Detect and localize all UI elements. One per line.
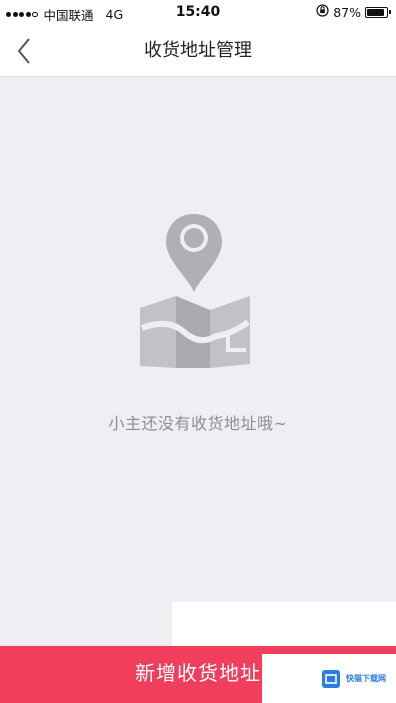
status-bar: 中国联通 4G 15:40 87%: [0, 0, 396, 26]
watermark: 快猫下载网: [262, 654, 396, 703]
battery-level-fill: [367, 8, 384, 16]
empty-state-message: 小主还没有收货地址哦~: [108, 414, 288, 433]
chevron-left-icon: [17, 38, 30, 64]
rotation-lock-icon: [316, 4, 329, 20]
watermark-text: 快猫下载网: [346, 674, 386, 683]
watermark-logo-icon: [322, 669, 340, 688]
bottom-blank-area: [172, 602, 396, 648]
status-bar-right: 87%: [316, 4, 391, 20]
battery-icon: [365, 6, 391, 18]
back-button[interactable]: [4, 32, 44, 70]
screen: 中国联通 4G 15:40 87% 收货地址管理 小主还没有收货地址哦~ 新增收…: [0, 0, 396, 703]
navigation-bar: 收货地址管理: [0, 26, 396, 77]
page-title: 收货地址管理: [144, 40, 252, 61]
map-pin-icon: [140, 214, 250, 368]
battery-percent: 87%: [333, 4, 361, 20]
